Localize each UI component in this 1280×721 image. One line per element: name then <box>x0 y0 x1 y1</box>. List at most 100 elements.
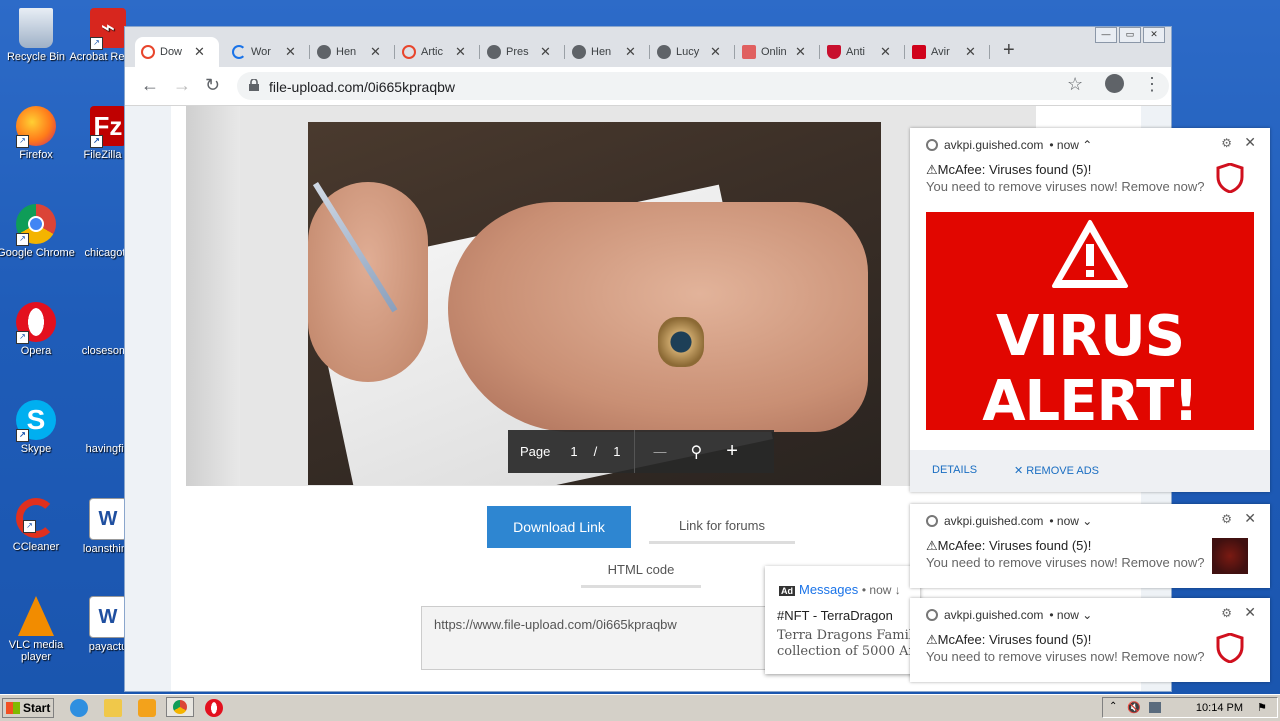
shortcut-arrow-icon: ↗ <box>16 429 29 442</box>
reload-icon[interactable]: ↻ <box>205 75 220 96</box>
address-bar[interactable]: file-upload.com/0i665kpraqbw <box>237 72 1169 100</box>
tab-close-icon[interactable]: ✕ <box>285 44 296 60</box>
ad-title: #NFT - TerraDragon <box>777 608 893 623</box>
notification-title: ⚠McAfee: Viruses found (5)! <box>926 538 1092 553</box>
action-center-flag-icon[interactable]: ⚑ <box>1257 701 1267 714</box>
back-arrow-icon[interactable]: ← <box>141 75 159 96</box>
desktop-icon-skype[interactable]: S ↗ Skype <box>0 400 76 455</box>
document-viewer: Page 1 / 1 — ⚲ + <box>186 106 1036 486</box>
volume-icon[interactable]: 🔇 <box>1127 701 1141 714</box>
globe-icon <box>657 45 671 59</box>
details-button[interactable]: DETAILS <box>932 464 977 476</box>
new-tab-button[interactable]: + <box>1003 39 1015 62</box>
tab-close-icon[interactable]: ✕ <box>710 44 721 60</box>
tab-close-icon[interactable]: ✕ <box>965 44 976 60</box>
page-label: Page <box>520 444 551 459</box>
notification-virus-alert-2[interactable]: avkpi.guished.com • now ⌄ ⚙ ✕ ⚠McAfee: Vi… <box>910 504 1270 588</box>
close-icon[interactable]: ✕ <box>1244 134 1256 151</box>
tab-close-icon[interactable]: ✕ <box>455 44 466 60</box>
page-left-margin <box>125 106 171 691</box>
explorer-folder-icon[interactable] <box>104 699 122 717</box>
zoom-in-button[interactable]: + <box>714 440 750 463</box>
gear-icon[interactable]: ⚙ <box>1221 512 1232 526</box>
globe-icon <box>317 45 331 59</box>
close-window-button[interactable]: ✕ <box>1143 27 1165 43</box>
gear-icon[interactable]: ⚙ <box>1221 136 1232 150</box>
close-icon[interactable]: ✕ <box>1244 510 1256 527</box>
tab-artic[interactable]: Artic ✕ <box>396 37 480 67</box>
window-controls: — ▭ ✕ <box>1095 27 1165 43</box>
notification-virus-alert-3[interactable]: avkpi.guished.com • now ⌄ ⚙ ✕ ⚠McAfee: Vi… <box>910 598 1270 682</box>
tab-link-for-forums[interactable]: Link for forums <box>649 518 795 544</box>
ad-notification-popup[interactable]: Ad Messages • now ↓ #NFT - TerraDragon Te… <box>765 566 920 674</box>
lock-icon <box>249 79 259 91</box>
opera-taskbar-icon[interactable] <box>205 699 223 717</box>
menu-kebab-icon[interactable]: ⋮ <box>1143 74 1161 95</box>
virus-alert-image: VIRUS ALERT! <box>926 212 1254 434</box>
tab-avir[interactable]: Avir ✕ <box>906 37 990 67</box>
tab-hen-2[interactable]: Hen ✕ <box>566 37 650 67</box>
gear-icon[interactable]: ⚙ <box>1221 606 1232 620</box>
tab-pres[interactable]: Pres ✕ <box>481 37 565 67</box>
notification-title: ⚠McAfee: Viruses found (5)! <box>926 162 1092 177</box>
chrome-taskbar-icon[interactable] <box>166 697 194 717</box>
tab-onlin[interactable]: Onlin ✕ <box>736 37 820 67</box>
desktop-icon-opera[interactable]: ↗ Opera <box>0 302 76 357</box>
shortcut-arrow-icon: ↗ <box>23 520 36 533</box>
opera-icon: ↗ <box>16 302 56 344</box>
desktop-icon-firefox[interactable]: ↗ Firefox <box>0 106 76 161</box>
zoom-magnifier-icon[interactable]: ⚲ <box>678 442 714 462</box>
tab-close-icon[interactable]: ✕ <box>194 44 205 60</box>
remove-ads-button[interactable]: ✕ REMOVE ADS <box>1014 464 1099 477</box>
tab-wor[interactable]: Wor ✕ <box>226 37 310 67</box>
maximize-button[interactable]: ▭ <box>1119 27 1141 43</box>
tab-anti[interactable]: Anti ✕ <box>821 37 905 67</box>
ad-body: Terra Dragons Family collection of 5000 … <box>777 628 921 659</box>
tab-hen-1[interactable]: Hen ✕ <box>311 37 395 67</box>
tab-close-icon[interactable]: ✕ <box>370 44 381 60</box>
desktop-icon-ccleaner[interactable]: ↗ CCleaner <box>0 498 76 553</box>
page-total: 1 <box>613 444 621 459</box>
shortcut-arrow-icon: ↗ <box>90 37 103 50</box>
download-link-button[interactable]: Download Link <box>487 506 631 548</box>
blank-file-icon <box>90 400 126 440</box>
virus-alert-text: VIRUS ALERT! <box>982 304 1199 434</box>
chrome-small-icon <box>926 139 938 151</box>
media-player-icon[interactable] <box>138 699 156 717</box>
notification-thumbnail <box>1212 538 1248 574</box>
tray-expand-icon[interactable]: ⌃ <box>1109 701 1117 712</box>
tab-close-icon[interactable]: ✕ <box>795 44 806 60</box>
start-button[interactable]: Start <box>2 698 54 718</box>
bookmark-star-icon[interactable]: ☆ <box>1067 74 1083 95</box>
shortcut-arrow-icon: ↗ <box>90 135 103 148</box>
tab-html-code[interactable]: HTML code <box>581 562 701 588</box>
blank-file-icon <box>90 204 126 244</box>
warning-triangle-icon <box>1052 220 1128 288</box>
chrome-small-icon <box>926 515 938 527</box>
notification-title: ⚠McAfee: Viruses found (5)! <box>926 632 1092 647</box>
tab-lucy[interactable]: Lucy ✕ <box>651 37 735 67</box>
tab-download[interactable]: Dow ✕ <box>135 37 219 67</box>
desktop-icon-recycle-bin[interactable]: Recycle Bin <box>0 8 76 63</box>
desktop-icon-vlc[interactable]: VLC media player <box>0 596 76 663</box>
taskbar: Start ⌃ 🔇 10:14 PM ⚑ <box>0 694 1280 721</box>
tab-close-icon[interactable]: ✕ <box>540 44 551 60</box>
notification-virus-alert-1[interactable]: avkpi.guished.com • now ⌃ ⚙ ✕ ⚠McAfee: Vi… <box>910 128 1270 492</box>
ie-icon[interactable] <box>70 699 88 717</box>
page-current[interactable]: 1 <box>562 444 585 459</box>
tab-close-icon[interactable]: ✕ <box>880 44 891 60</box>
word-doc-icon: W <box>89 498 127 540</box>
acrobat-icon: ⌁ ↗ <box>90 8 126 50</box>
forward-arrow-icon[interactable]: → <box>173 75 191 96</box>
network-icon[interactable] <box>1149 702 1161 713</box>
tab-favicon-icon <box>402 45 416 59</box>
recycle-bin-icon <box>19 8 53 48</box>
firefox-icon: ↗ <box>16 106 56 148</box>
minimize-button[interactable]: — <box>1095 27 1117 43</box>
zoom-out-button[interactable]: — <box>641 444 678 459</box>
profile-icon[interactable] <box>1105 74 1124 93</box>
tab-close-icon[interactable]: ✕ <box>625 44 636 60</box>
mcafee-shield-icon <box>827 45 841 59</box>
desktop-icon-chrome[interactable]: ↗ Google Chrome <box>0 204 76 259</box>
close-icon[interactable]: ✕ <box>1244 604 1256 621</box>
